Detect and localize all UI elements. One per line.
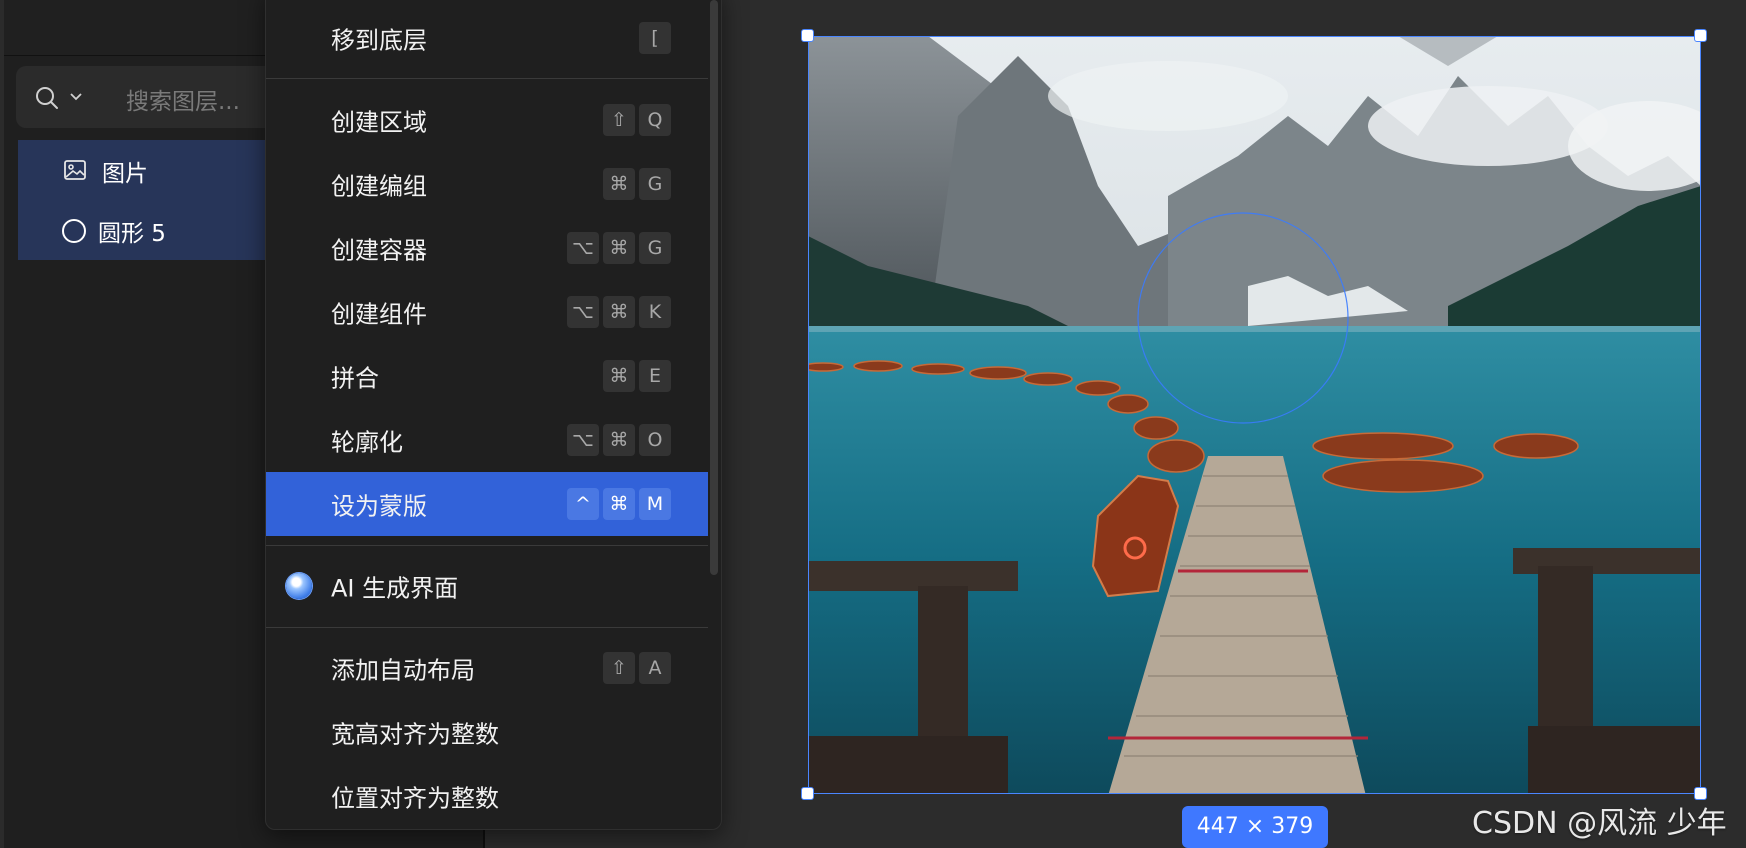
- shortcut-key: [: [639, 22, 671, 54]
- menu-item-label: 设为蒙版: [331, 492, 427, 521]
- layer-label: 圆形 5: [98, 221, 166, 247]
- layer-item-circle[interactable]: 圆形 5: [18, 200, 284, 260]
- menu-item-label: 移到底层: [331, 26, 427, 55]
- shortcut: [: [639, 22, 671, 54]
- app-window: 搜索图层... 图片 圆形 5 447 × 379 CSDN @风流 少年 移到…: [0, 0, 1746, 848]
- search-input[interactable]: 搜索图层...: [126, 82, 240, 116]
- ai-sparkle-icon: [286, 573, 312, 599]
- shortcut-key: O: [639, 424, 671, 456]
- search-icon[interactable]: [34, 85, 60, 111]
- menu-scrollbar[interactable]: [710, 0, 718, 575]
- command-key: ⌘: [603, 424, 635, 456]
- lake-photo: [808, 36, 1701, 794]
- option-key: ⌥: [567, 424, 599, 456]
- shift-key: ⇧: [603, 104, 635, 136]
- shortcut-key: M: [639, 488, 671, 520]
- shortcut: ⌥ ⌘ K: [567, 296, 671, 328]
- shortcut: ⌥ ⌘ G: [567, 232, 671, 264]
- shortcut-key: K: [639, 296, 671, 328]
- menu-item-label: 创建区域: [331, 108, 427, 137]
- menu-item-label: 轮廓化: [331, 428, 403, 457]
- layer-list: 图片 圆形 5: [18, 140, 284, 260]
- shortcut-key: G: [639, 168, 671, 200]
- watermark: CSDN @风流 少年: [1472, 806, 1727, 841]
- shortcut-key: A: [639, 652, 671, 684]
- menu-item-label: 创建编组: [331, 172, 427, 201]
- shortcut-key: Q: [639, 104, 671, 136]
- shortcut: ^ ⌘ M: [567, 488, 671, 520]
- command-key: ⌘: [603, 296, 635, 328]
- command-key: ⌘: [603, 232, 635, 264]
- command-key: ⌘: [603, 168, 635, 200]
- menu-item-label: 拼合: [331, 364, 379, 393]
- layer-label: 图片: [102, 161, 148, 187]
- menu-item-label: AI 生成界面: [331, 574, 459, 603]
- menu-separator: [266, 545, 708, 546]
- menu-item-create-group[interactable]: 创建编组 ⌘ G: [266, 152, 708, 216]
- shortcut: ⌥ ⌘ O: [567, 424, 671, 456]
- menu-item-outline[interactable]: 轮廓化 ⌥ ⌘ O: [266, 408, 708, 472]
- window-edge: [0, 0, 4, 848]
- menu-item-add-auto-layout[interactable]: 添加自动布局 ⇧ A: [266, 636, 708, 700]
- menu-item-round-position[interactable]: 位置对齐为整数: [266, 764, 708, 828]
- size-badge: 447 × 379: [1182, 806, 1328, 848]
- menu-item-label: 添加自动布局: [331, 656, 475, 685]
- shortcut-key: E: [639, 360, 671, 392]
- command-key: ⌘: [603, 360, 635, 392]
- shortcut: ⌘ G: [603, 168, 671, 200]
- menu-item-flatten[interactable]: 拼合 ⌘ E: [266, 344, 708, 408]
- option-key: ⌥: [567, 232, 599, 264]
- menu-item-create-container[interactable]: 创建容器 ⌥ ⌘ G: [266, 216, 708, 280]
- circle-icon: [62, 219, 86, 243]
- menu-item-label: 创建组件: [331, 300, 427, 329]
- layer-item-image[interactable]: 图片: [18, 140, 284, 200]
- canvas-image[interactable]: [808, 36, 1701, 794]
- menu-separator: [266, 627, 708, 628]
- shortcut: ⌘ E: [603, 360, 671, 392]
- menu-item-ai-generate[interactable]: AI 生成界面: [266, 554, 708, 618]
- menu-item-label: 宽高对齐为整数: [331, 720, 499, 749]
- image-icon: [64, 160, 86, 180]
- menu-item-label: 位置对齐为整数: [331, 784, 499, 813]
- shortcut-key: G: [639, 232, 671, 264]
- chevron-down-icon[interactable]: [68, 89, 84, 105]
- shortcut: ⇧ A: [603, 652, 671, 684]
- shortcut: ⇧ Q: [603, 104, 671, 136]
- menu-item-create-section[interactable]: 创建区域 ⇧ Q: [266, 88, 708, 152]
- resize-handle-top-left[interactable]: [801, 29, 814, 42]
- command-key: ⌘: [603, 488, 635, 520]
- menu-item-use-as-mask[interactable]: 设为蒙版 ^ ⌘ M: [266, 472, 708, 536]
- menu-item-create-component[interactable]: 创建组件 ⌥ ⌘ K: [266, 280, 708, 344]
- shift-key: ⇧: [603, 652, 635, 684]
- resize-handle-bottom-left[interactable]: [801, 787, 814, 800]
- resize-handle-top-right[interactable]: [1694, 29, 1707, 42]
- menu-item-round-size[interactable]: 宽高对齐为整数: [266, 700, 708, 764]
- option-key: ⌥: [567, 296, 599, 328]
- menu-item-label: 创建容器: [331, 236, 427, 265]
- menu-item-send-to-back[interactable]: 移到底层 [: [266, 6, 708, 70]
- menu-separator: [266, 78, 708, 79]
- control-key: ^: [567, 488, 599, 520]
